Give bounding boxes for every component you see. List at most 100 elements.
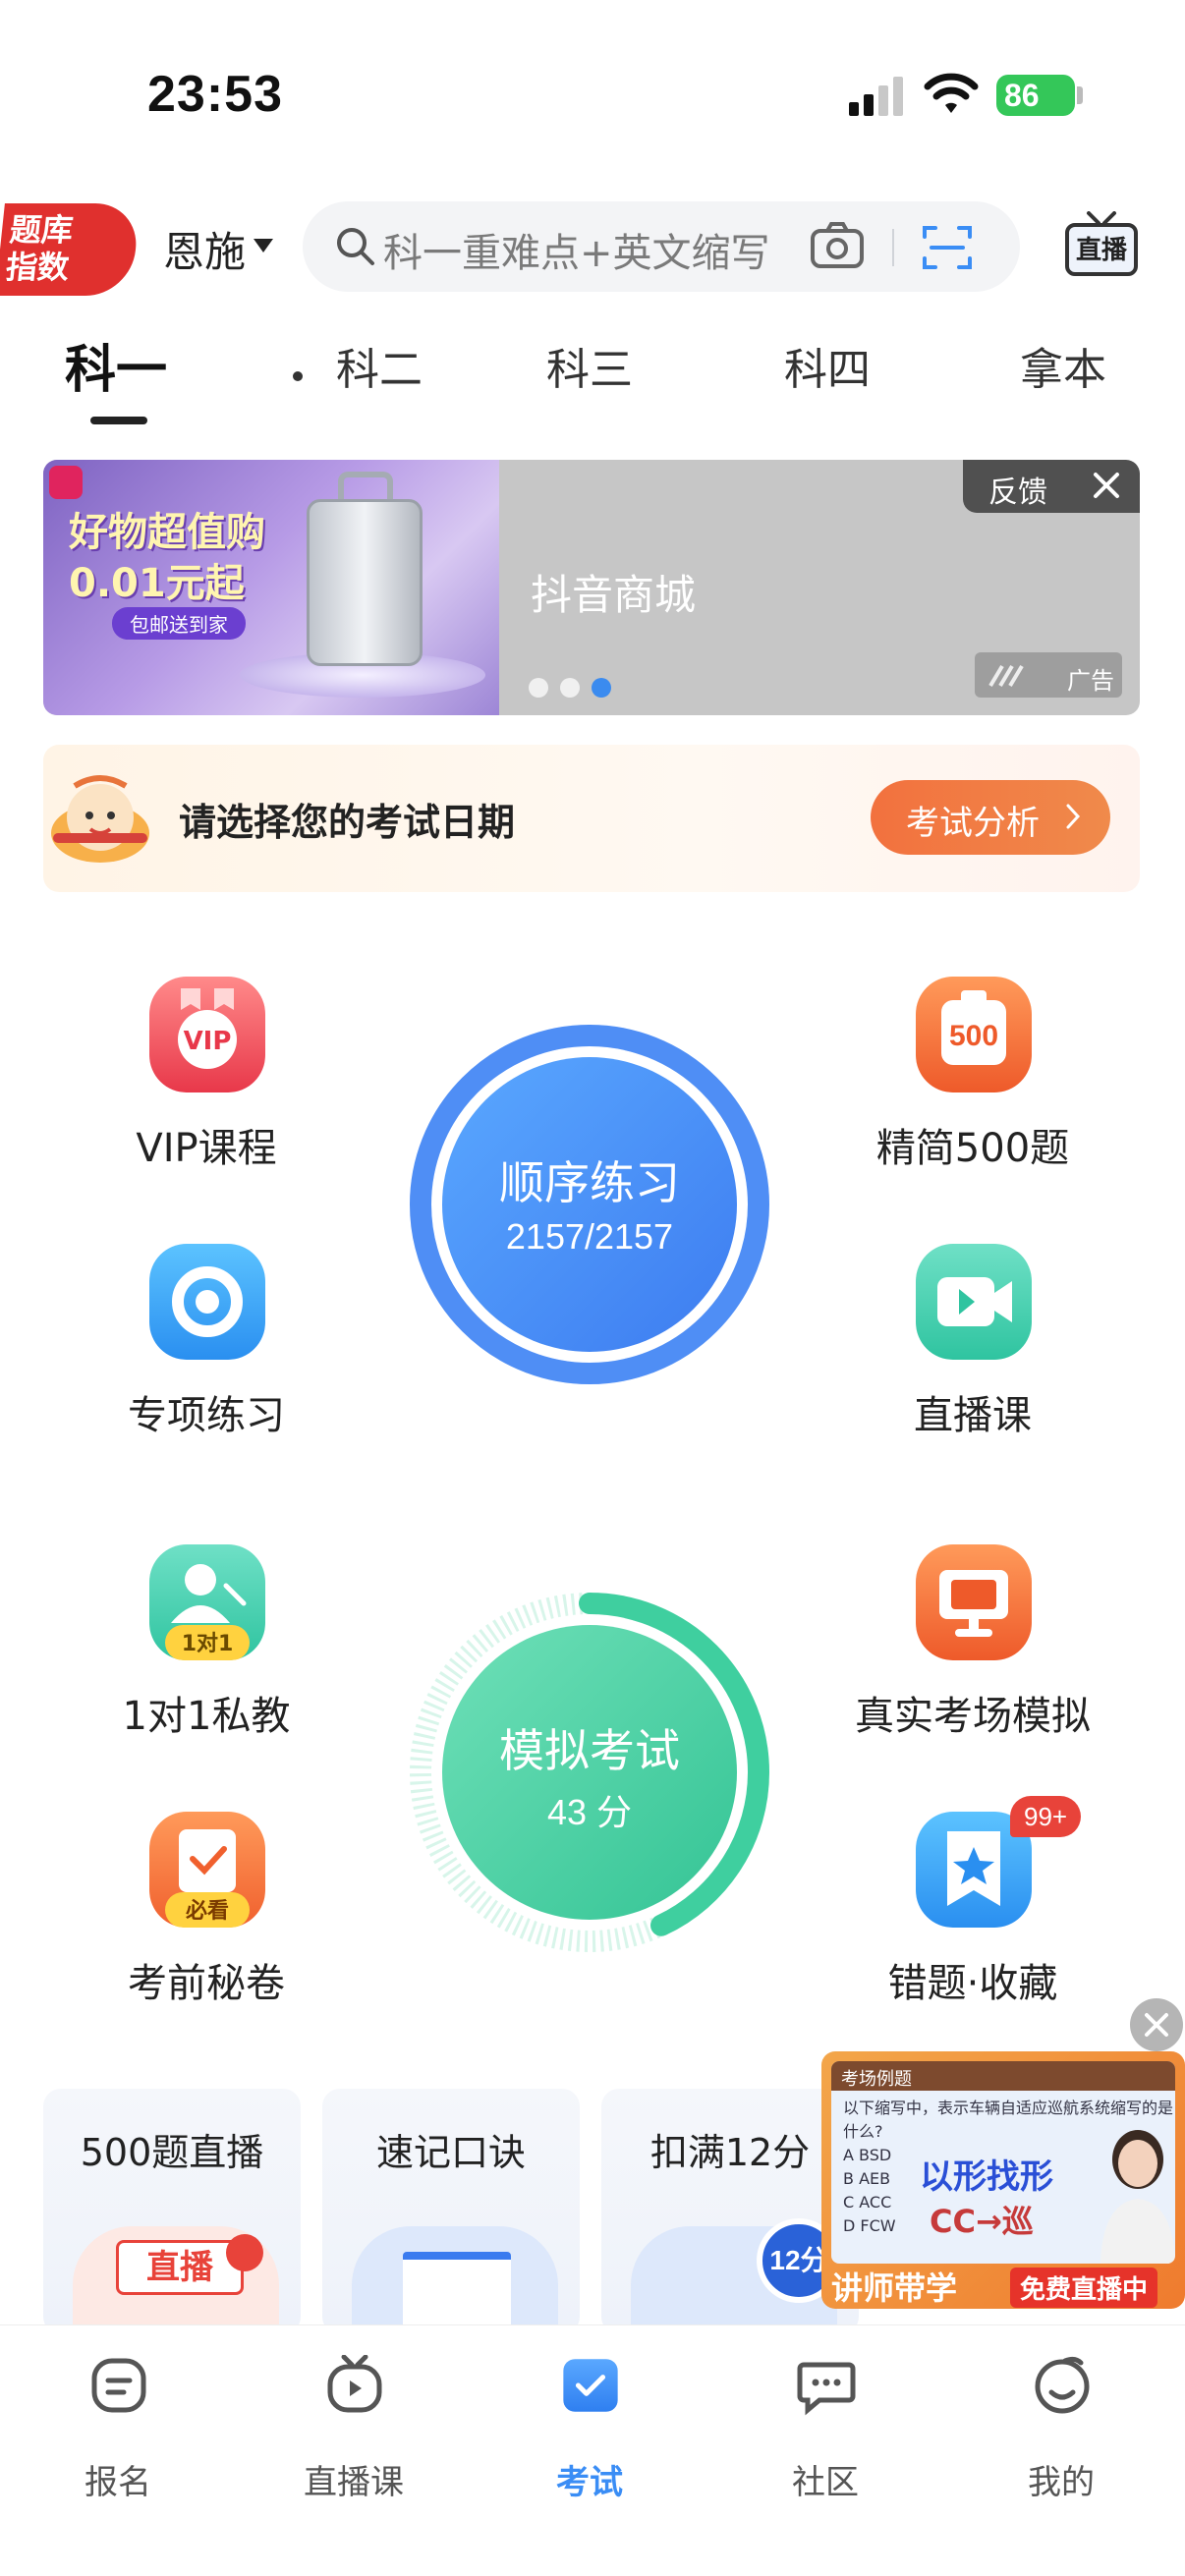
nav-register[interactable]: 报名: [29, 2355, 206, 2502]
secret-paper-button[interactable]: 必看 考前秘卷: [79, 1812, 334, 2008]
nav-exam[interactable]: 考试: [501, 2355, 678, 2502]
tiku-index-logo[interactable]: 题库 指数: [0, 203, 141, 296]
exam-analysis-label: 考试分析: [906, 804, 1040, 843]
exam-date-prompt: 请选择您的考试日期: [179, 801, 516, 844]
active-tab-underline: [90, 417, 147, 424]
wrong-badge: 99+: [1010, 1796, 1082, 1837]
search-placeholder: 科一重难点+英文缩写: [383, 231, 770, 276]
monitor-icon: [916, 1544, 1032, 1660]
vip-course-label: VIP课程: [136, 1126, 277, 1171]
search-icon: [337, 228, 374, 265]
exam-date-row[interactable]: 请选择您的考试日期 考试分析: [43, 745, 1140, 892]
real-exam-sim-label: 真实考场模拟: [855, 1694, 1091, 1739]
close-icon[interactable]: [1089, 468, 1124, 503]
bottom-navigation: 报名 直播课 考试 社区 我的: [0, 2324, 1185, 2576]
nav-register-label: 报名: [85, 2463, 151, 2502]
banner-headline: 好物超值购 0.01元起: [69, 507, 265, 609]
wrong-questions-label: 错题·收藏: [887, 1961, 1058, 2006]
nav-live-course[interactable]: 直播课: [265, 2355, 442, 2502]
private-tutor-button[interactable]: 1对1 1对1私教: [79, 1544, 334, 1741]
video-big-text: 以形找形: [920, 2157, 1053, 2197]
jingjian-500-label: 精简500题: [875, 1126, 1070, 1171]
tab-naben[interactable]: 拿本: [1020, 334, 1106, 397]
video-close-button[interactable]: [1130, 1998, 1183, 2051]
exam-analysis-button[interactable]: 考试分析: [871, 780, 1110, 855]
private-tutor-label: 1对1私教: [122, 1694, 291, 1739]
tutor-icon: 1对1: [149, 1544, 265, 1660]
suitcase-image: [307, 499, 423, 666]
feedback-label: 反馈: [988, 476, 1047, 510]
tab-ke2[interactable]: 科二: [336, 334, 423, 397]
card-mnemonic-title: 速记口诀: [375, 2131, 526, 2174]
exam-icon: [563, 2359, 618, 2412]
chevron-right-icon: [1066, 804, 1081, 829]
target-icon: [149, 1244, 265, 1360]
card-mnemonic-art: [352, 2226, 558, 2334]
close-icon: [1145, 2013, 1168, 2037]
video-line: 以下缩写中，表示车辆自适应巡航系统缩写的是: [843, 2099, 1174, 2117]
ad-banner[interactable]: 好物超值购 0.01元起 包邮送到家 抖音商城 反馈 广告: [43, 460, 1140, 715]
500-icon-text: 500: [949, 1020, 998, 1052]
tab-dot-indicator: [293, 371, 303, 381]
tutor-icon-text: 1对1: [182, 1632, 234, 1656]
live-course-button[interactable]: 直播课: [816, 1244, 1130, 1440]
tab-ke4[interactable]: 科四: [784, 334, 871, 397]
ad-feedback[interactable]: 反馈: [963, 460, 1140, 513]
tab-ke1[interactable]: 科一: [65, 328, 167, 402]
register-icon: [91, 2358, 146, 2413]
floating-video-card[interactable]: 考场例题 以下缩写中，表示车辆自适应巡航系统缩写的是 什么? A BSD B A…: [821, 2051, 1185, 2309]
live-tv-icon[interactable]: 直播: [1063, 211, 1140, 280]
banner-dot[interactable]: [560, 678, 580, 698]
nav-profile-label: 我的: [1028, 2463, 1095, 2502]
nav-exam-label: 考试: [556, 2463, 623, 2502]
nav-community-label: 社区: [792, 2463, 859, 2502]
ad-tag: 广告: [975, 652, 1122, 698]
video-head: 考场例题: [831, 2061, 1175, 2091]
tiku-logo-text: 题库 指数: [4, 211, 76, 286]
live-course-icon: [327, 2355, 382, 2413]
caret-down-icon: [254, 239, 273, 252]
card-12-points-title: 扣满12分: [649, 2131, 811, 2174]
wrong-questions-button[interactable]: 错题·收藏: [816, 1812, 1130, 2008]
sequential-practice-ring[interactable]: [407, 1022, 772, 1387]
card-12-points[interactable]: 扣满12分 12分: [601, 2089, 859, 2334]
special-practice-button[interactable]: 专项练习: [79, 1244, 334, 1440]
document-icon: [403, 2252, 511, 2334]
banner-dot-active[interactable]: [592, 678, 611, 698]
video-footer: 讲师带学 免费直播中: [821, 2262, 1185, 2309]
card-12-points-art: 12分: [631, 2218, 841, 2334]
vip-icon-text: VIP: [184, 1027, 232, 1056]
city-selector[interactable]: 恩施: [163, 219, 246, 279]
vip-course-button[interactable]: VIP VIP课程: [79, 977, 334, 1173]
scan-icon[interactable]: [922, 223, 973, 272]
tab-ke3[interactable]: 科三: [546, 334, 633, 397]
special-practice-label: 专项练习: [128, 1393, 285, 1438]
live-course-label: 直播课: [914, 1393, 1032, 1438]
card-500-live[interactable]: 500题直播 直播: [43, 2089, 301, 2334]
status-time: 23:53: [147, 66, 283, 123]
real-exam-sim-button[interactable]: 真实考场模拟: [816, 1544, 1130, 1741]
vip-icon: VIP: [149, 977, 265, 1092]
search-bar[interactable]: 科一重难点+英文缩写: [303, 201, 1020, 292]
wifi-icon: [924, 73, 979, 113]
banner-dot[interactable]: [529, 678, 548, 698]
card-500-live-art: 直播: [73, 2226, 279, 2334]
nav-community[interactable]: 社区: [737, 2355, 914, 2502]
banner-headline-line1: 好物超值购: [69, 510, 265, 555]
top-header: 题库 指数 恩施 科一重难点+英文缩写 直播: [0, 192, 1185, 309]
banner-headline-line2: 0.01元起: [69, 561, 245, 606]
secret-icon-text: 必看: [186, 1898, 229, 1924]
mock-exam-ring[interactable]: [407, 1590, 772, 1955]
card-mnemonic[interactable]: 速记口诀: [322, 2089, 580, 2334]
video-big-text-2: CC→巡: [930, 2203, 1034, 2240]
battery-indicator: 86: [996, 75, 1075, 116]
mascot-icon: [51, 775, 149, 863]
camera-icon[interactable]: [810, 221, 865, 270]
search-divider: [892, 229, 894, 266]
profile-icon: [1035, 2356, 1090, 2414]
jingjian-500-button[interactable]: 500 精简500题: [816, 977, 1130, 1173]
card-live-sign: 直播: [116, 2240, 244, 2295]
nav-profile[interactable]: 我的: [973, 2355, 1150, 2502]
video-frame: 考场例题 以下缩写中，表示车辆自适应巡航系统缩写的是 什么? A BSD B A…: [831, 2061, 1175, 2264]
teacher-avatar: [1100, 2130, 1175, 2264]
